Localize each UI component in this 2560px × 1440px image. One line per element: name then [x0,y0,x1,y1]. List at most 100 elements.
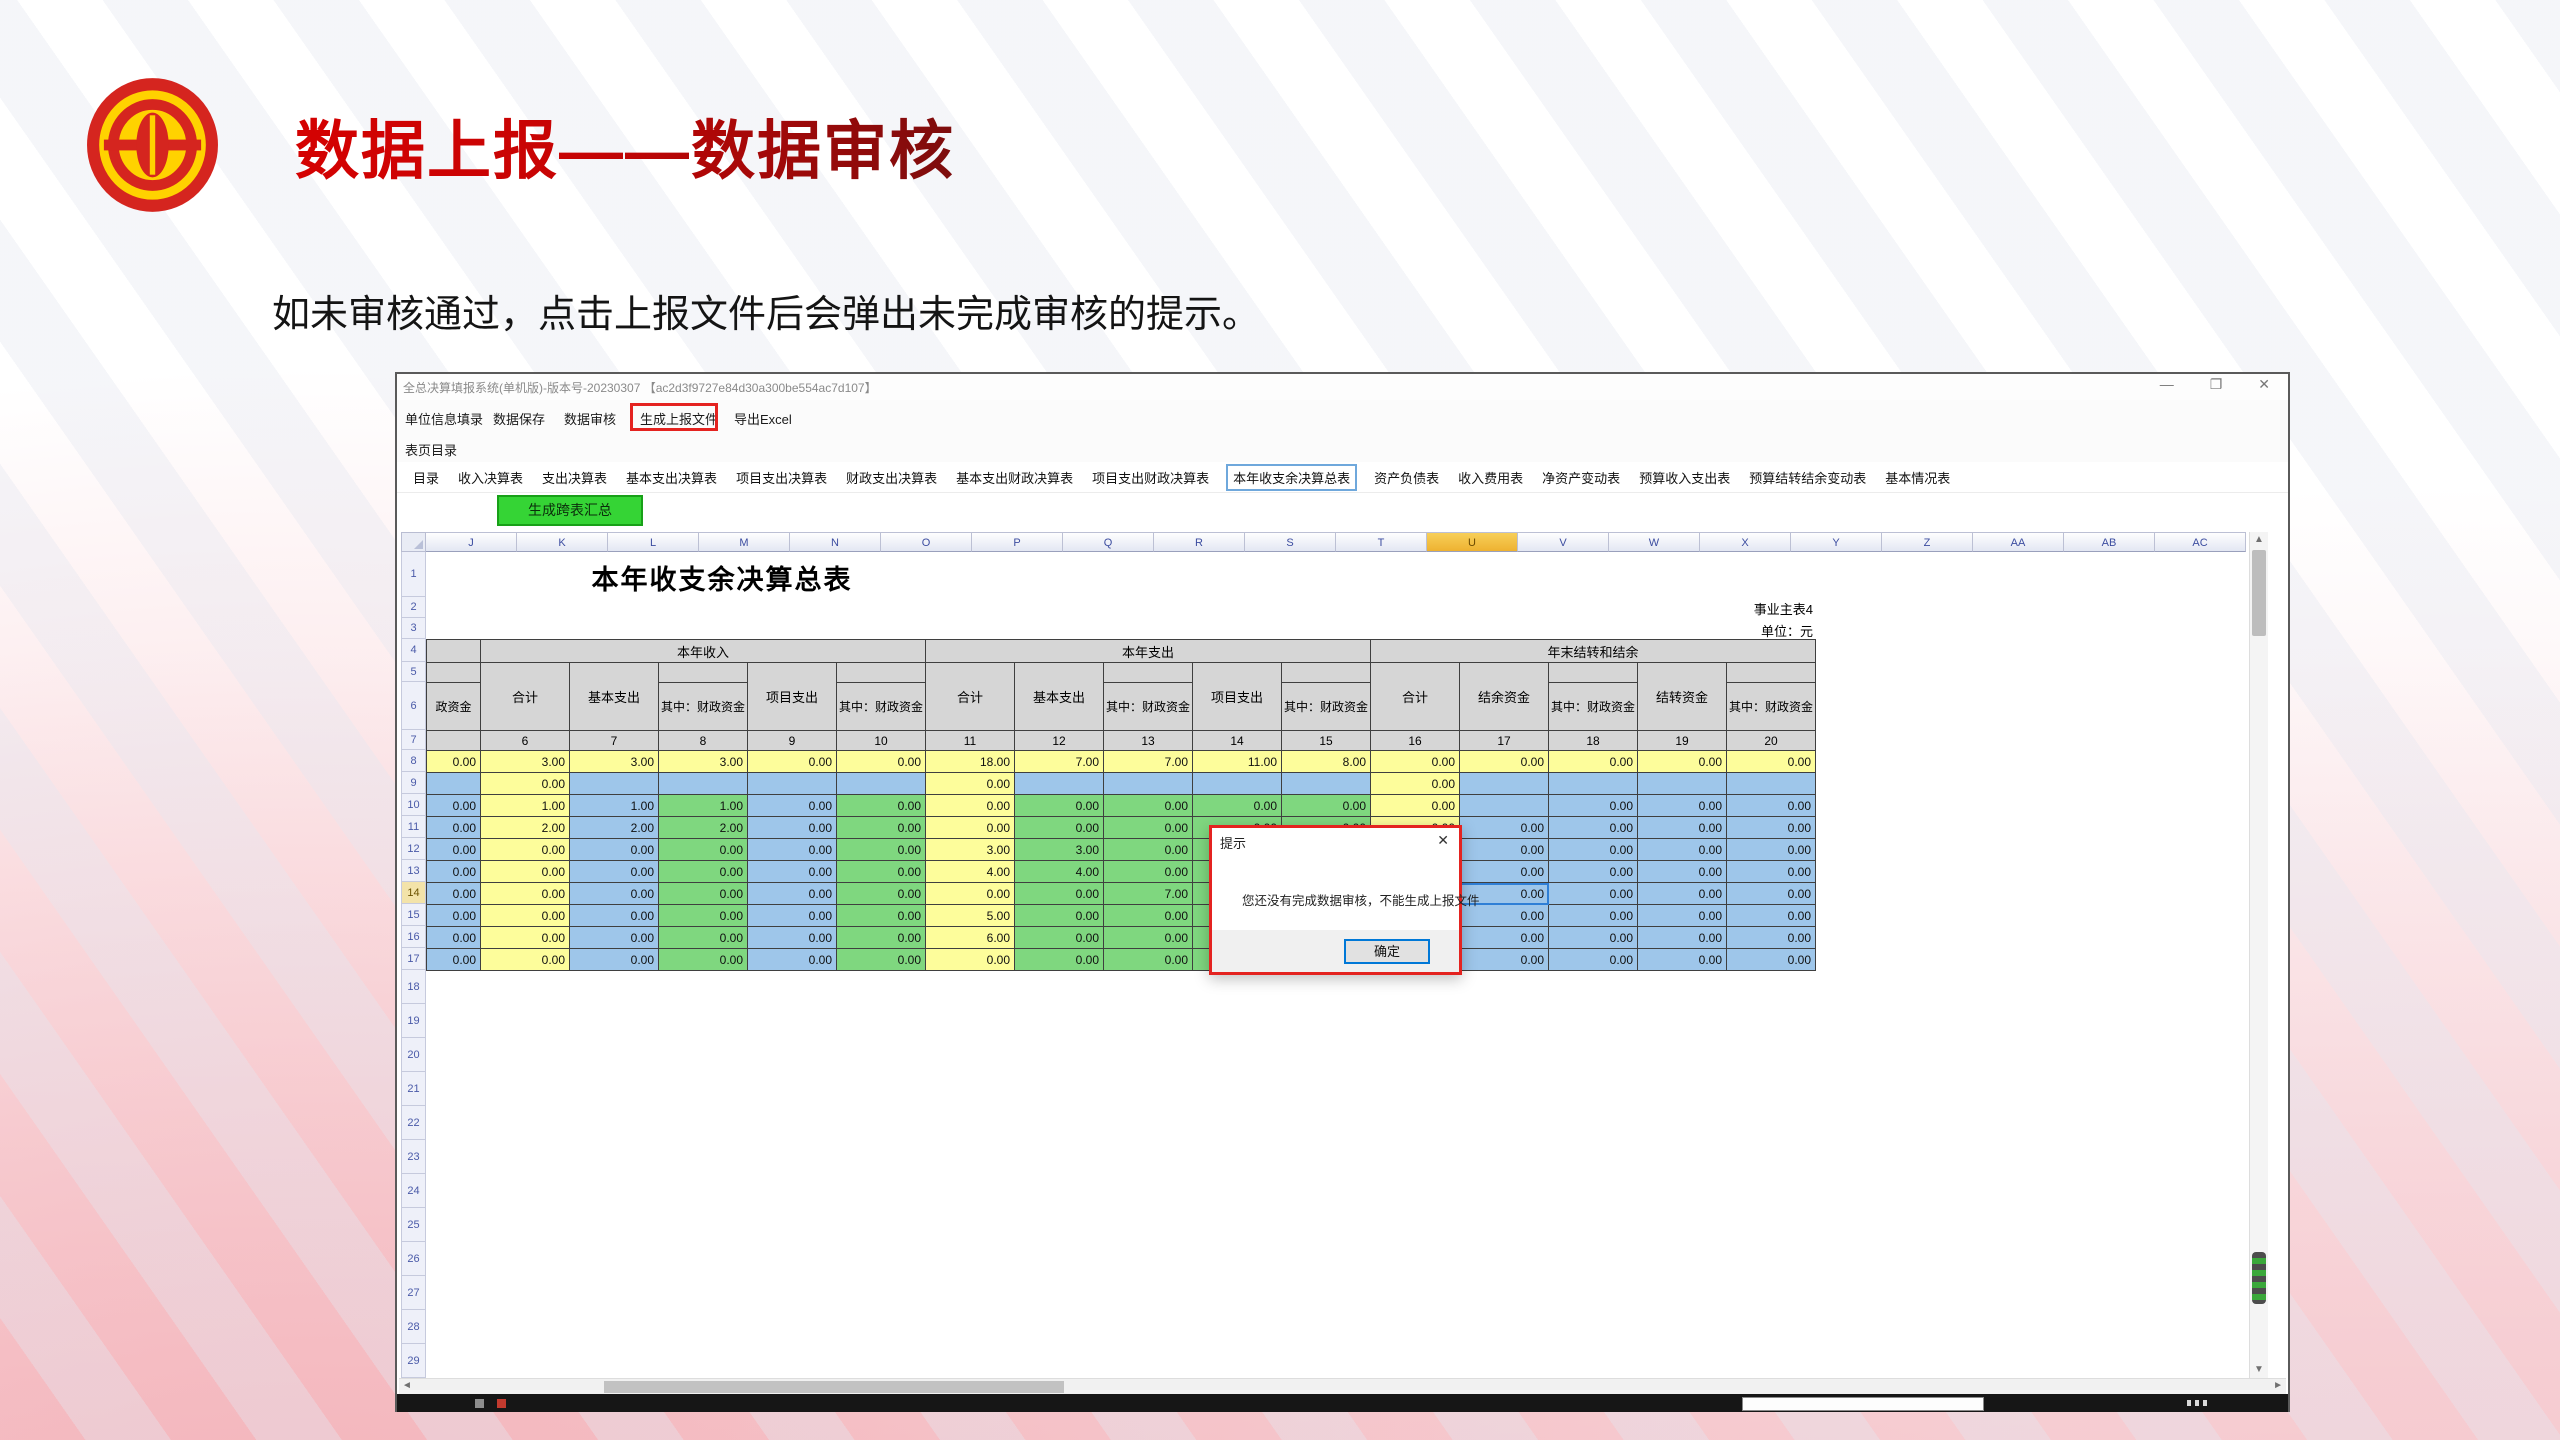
cell-r12-c14[interactable]: 0.00 [1638,839,1727,861]
tab-财政支出决算表[interactable]: 财政支出决算表 [844,465,939,490]
cell-r17-c6[interactable]: 0.00 [926,949,1015,971]
cell-r16-c0[interactable]: 0.00 [427,927,481,949]
cell-r10-c12[interactable] [1460,795,1549,817]
cell-r10-c8[interactable]: 0.00 [1104,795,1193,817]
row-header-4[interactable]: 4 [401,639,426,662]
cell-r13-c4[interactable]: 0.00 [748,861,837,883]
cell-r13-c8[interactable]: 0.00 [1104,861,1193,883]
cell-r10-c9[interactable]: 0.00 [1193,795,1282,817]
row-header-29[interactable]: 29 [401,1344,426,1378]
row-header-16[interactable]: 16 [401,926,426,948]
cell-r9-c11[interactable]: 0.00 [1371,773,1460,795]
cell-r13-c2[interactable]: 0.00 [570,861,659,883]
cell-r8-c5[interactable]: 0.00 [837,751,926,773]
cell-r9-c10[interactable] [1282,773,1371,795]
cell-r15-c13[interactable]: 0.00 [1549,905,1638,927]
row-header-22[interactable]: 22 [401,1106,426,1140]
cell-r10-c3[interactable]: 1.00 [659,795,748,817]
cell-r12-c12[interactable]: 0.00 [1460,839,1549,861]
cell-r16-c8[interactable]: 0.00 [1104,927,1193,949]
cell-r13-c12[interactable]: 0.00 [1460,861,1549,883]
cell-r16-c3[interactable]: 0.00 [659,927,748,949]
cell-r8-c12[interactable]: 0.00 [1460,751,1549,773]
tab-预算结转结余变动表[interactable]: 预算结转结余变动表 [1747,465,1868,490]
tab-收入决算表[interactable]: 收入决算表 [456,465,525,490]
cell-r10-c7[interactable]: 0.00 [1015,795,1104,817]
cell-r15-c6[interactable]: 5.00 [926,905,1015,927]
column-header-Z[interactable]: Z [1882,532,1973,552]
row-header-10[interactable]: 10 [401,794,426,816]
tab-资产负债表[interactable]: 资产负债表 [1372,465,1441,490]
row-header-23[interactable]: 23 [401,1140,426,1174]
cell-r8-c14[interactable]: 0.00 [1638,751,1727,773]
cell-r12-c13[interactable]: 0.00 [1549,839,1638,861]
cell-r9-c6[interactable]: 0.00 [926,773,1015,795]
minimize-button[interactable]: — [2160,376,2174,393]
cell-r11-c12[interactable]: 0.00 [1460,817,1549,839]
column-header-J[interactable]: J [426,532,517,552]
ok-button[interactable]: 确定 [1344,939,1430,964]
cell-r9-c1[interactable]: 0.00 [481,773,570,795]
cell-r16-c4[interactable]: 0.00 [748,927,837,949]
row-header-5[interactable]: 5 [401,662,426,682]
row-header-15[interactable]: 15 [401,904,426,926]
column-header-AB[interactable]: AB [2064,532,2155,552]
cell-r11-c15[interactable]: 0.00 [1727,817,1816,839]
scroll-down-icon[interactable]: ▼ [2250,1362,2268,1378]
column-header-S[interactable]: S [1245,532,1336,552]
row-header-11[interactable]: 11 [401,816,426,838]
cell-r8-c4[interactable]: 0.00 [748,751,837,773]
cell-r10-c5[interactable]: 0.00 [837,795,926,817]
column-header-Y[interactable]: Y [1791,532,1882,552]
cell-r11-c14[interactable]: 0.00 [1638,817,1727,839]
row-header-25[interactable]: 25 [401,1208,426,1242]
cell-r15-c5[interactable]: 0.00 [837,905,926,927]
cell-r14-c6[interactable]: 0.00 [926,883,1015,905]
scroll-right-icon[interactable]: ► [2273,1380,2283,1391]
vertical-scroll-thumb[interactable] [2252,550,2266,636]
cell-r16-c13[interactable]: 0.00 [1549,927,1638,949]
cell-r13-c13[interactable]: 0.00 [1549,861,1638,883]
cell-r12-c6[interactable]: 3.00 [926,839,1015,861]
cell-r12-c4[interactable]: 0.00 [748,839,837,861]
column-header-M[interactable]: M [699,532,790,552]
cross-table-summary-button[interactable]: 生成跨表汇总 [497,495,643,526]
row-header-13[interactable]: 13 [401,860,426,882]
cell-r10-c15[interactable]: 0.00 [1727,795,1816,817]
cell-r17-c13[interactable]: 0.00 [1549,949,1638,971]
cell-r10-c11[interactable]: 0.00 [1371,795,1460,817]
row-header-17[interactable]: 17 [401,948,426,970]
cell-r13-c5[interactable]: 0.00 [837,861,926,883]
cell-r9-c0[interactable] [427,773,481,795]
cell-r14-c1[interactable]: 0.00 [481,883,570,905]
tab-净资产变动表[interactable]: 净资产变动表 [1540,465,1622,490]
cell-r8-c7[interactable]: 7.00 [1015,751,1104,773]
cell-r12-c3[interactable]: 0.00 [659,839,748,861]
row-header-18[interactable]: 18 [401,970,426,1004]
row-header-2[interactable]: 2 [401,597,426,618]
cell-r17-c15[interactable]: 0.00 [1727,949,1816,971]
cell-r8-c9[interactable]: 11.00 [1193,751,1282,773]
column-header-N[interactable]: N [790,532,881,552]
column-header-T[interactable]: T [1336,532,1427,552]
cell-r9-c9[interactable] [1193,773,1282,795]
horizontal-scroll-thumb[interactable] [604,1381,1064,1393]
cell-r8-c8[interactable]: 7.00 [1104,751,1193,773]
cell-r13-c7[interactable]: 4.00 [1015,861,1104,883]
cell-r13-c6[interactable]: 4.00 [926,861,1015,883]
cell-r10-c6[interactable]: 0.00 [926,795,1015,817]
cell-r12-c0[interactable]: 0.00 [427,839,481,861]
cell-r11-c3[interactable]: 2.00 [659,817,748,839]
tab-项目支出决算表[interactable]: 项目支出决算表 [734,465,829,490]
tab-预算收入支出表[interactable]: 预算收入支出表 [1637,465,1732,490]
cell-r17-c5[interactable]: 0.00 [837,949,926,971]
cell-r13-c1[interactable]: 0.00 [481,861,570,883]
horizontal-scrollbar[interactable]: ◄ ► [399,1378,2286,1395]
cell-r17-c4[interactable]: 0.00 [748,949,837,971]
cell-r9-c15[interactable] [1727,773,1816,795]
cell-r16-c1[interactable]: 0.00 [481,927,570,949]
column-header-W[interactable]: W [1609,532,1700,552]
cell-r16-c5[interactable]: 0.00 [837,927,926,949]
cell-r8-c2[interactable]: 3.00 [570,751,659,773]
cell-r17-c7[interactable]: 0.00 [1015,949,1104,971]
